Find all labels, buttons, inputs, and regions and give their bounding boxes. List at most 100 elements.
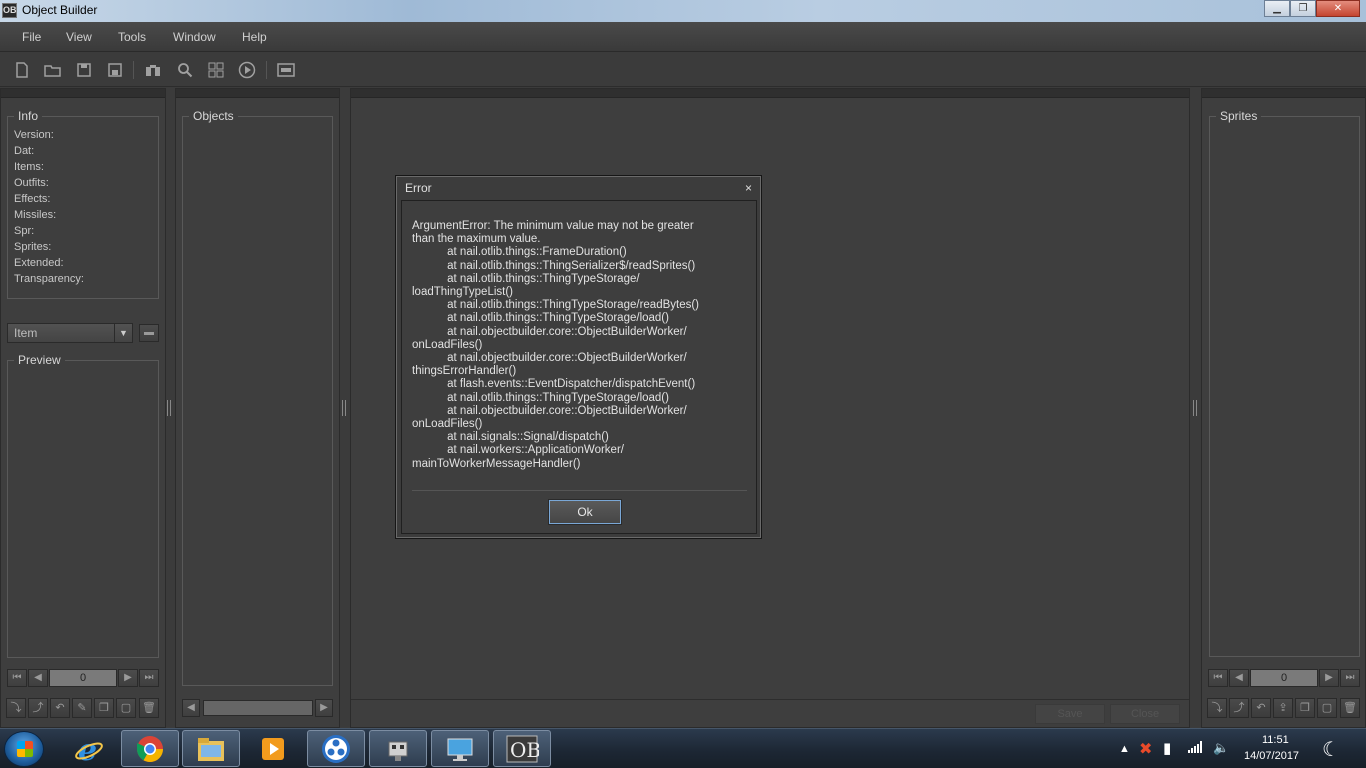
duplicate-icon[interactable]: ❐ (94, 698, 114, 718)
panel-header (176, 89, 339, 98)
horizontal-scrollbar[interactable] (203, 700, 313, 716)
window-titlebar: OB Object Builder ▁ ❐ ✕ (0, 0, 1366, 22)
search-icon[interactable] (175, 60, 195, 80)
import-icon[interactable]: ⤴ (28, 698, 48, 718)
minimize-button[interactable]: ▁ (1264, 0, 1290, 17)
first-icon[interactable]: ⏮ (1208, 669, 1228, 687)
objects-splitter[interactable] (342, 400, 346, 416)
windows-logo-icon (17, 741, 33, 757)
taskbar-internet-explorer[interactable]: e (60, 730, 118, 767)
objects-title: Objects (189, 109, 238, 123)
preview-title: Preview (14, 353, 65, 367)
previous-icon[interactable]: ◀ (28, 669, 48, 687)
taskbar-app-display[interactable] (431, 730, 489, 767)
tools-tray-icon[interactable]: ✖ (1139, 739, 1152, 759)
battery-icon[interactable]: ▮ (1163, 739, 1171, 757)
clock-time[interactable]: 11:51 (1262, 734, 1289, 746)
category-select[interactable]: Item ▼ (7, 323, 133, 343)
edit-icon[interactable]: ✎ (72, 698, 92, 718)
menu-tools[interactable]: Tools (118, 30, 146, 44)
scroll-left-icon[interactable]: ◀ (182, 699, 200, 717)
menu-bar: File View Tools Window Help (0, 22, 1366, 52)
dialog-close-icon[interactable]: × (745, 181, 752, 195)
folder-icon (198, 737, 224, 761)
close-button[interactable]: ✕ (1316, 0, 1360, 17)
volume-icon[interactable]: 🔈 (1213, 740, 1229, 756)
info-title: Info (14, 109, 43, 123)
first-icon[interactable]: ⏮ (7, 669, 27, 687)
taskbar-object-builder[interactable]: OB (493, 730, 551, 767)
undo-icon[interactable]: ↶ (50, 698, 70, 718)
last-icon[interactable]: ⏭ (1340, 669, 1360, 687)
network-signal-icon[interactable] (1188, 741, 1202, 756)
blue-circles-icon (322, 734, 350, 763)
info-group: Info Version: Dat: Items: Outfits: Effec… (7, 109, 159, 299)
open-folder-icon[interactable] (43, 60, 63, 80)
start-button[interactable] (4, 731, 44, 767)
replace-icon[interactable]: ⤵ (1207, 698, 1227, 718)
right-splitter[interactable] (1193, 400, 1197, 416)
sprites-list[interactable]: Sprites (1209, 109, 1360, 657)
info-sprites: Sprites: (14, 241, 52, 253)
undo-icon[interactable]: ↶ (1251, 698, 1271, 718)
scroll-right-icon[interactable]: ▶ (315, 699, 333, 717)
save-icon[interactable] (74, 60, 94, 80)
trash-icon[interactable]: 🗑 (139, 698, 159, 718)
app-icon: OB (2, 3, 17, 18)
internet-explorer-icon: e (75, 734, 103, 764)
trash-icon[interactable]: 🗑 (1340, 698, 1360, 718)
taskbar-file-explorer[interactable] (182, 730, 240, 767)
taskbar-chrome[interactable] (121, 730, 179, 767)
info-missiles: Missiles: (14, 209, 57, 221)
window-controls: ▁ ❐ ✕ (1264, 0, 1360, 18)
last-icon[interactable]: ⏭ (139, 669, 159, 687)
menu-file[interactable]: File (22, 30, 41, 44)
export-icon[interactable]: ▬ (139, 324, 159, 342)
menu-view[interactable]: View (66, 30, 92, 44)
save-button[interactable]: Save (1035, 704, 1105, 724)
log-window-icon[interactable] (276, 60, 296, 80)
clock-date[interactable]: 14/07/2017 (1244, 750, 1299, 762)
editor-close-button[interactable]: Close (1110, 704, 1180, 724)
moon-icon[interactable]: ☾ (1322, 737, 1340, 762)
binoculars-icon[interactable] (143, 60, 163, 80)
maximize-button[interactable]: ❐ (1290, 0, 1316, 17)
sprites-title: Sprites (1216, 109, 1262, 123)
play-icon[interactable] (237, 60, 257, 80)
new-icon[interactable]: ▢ (116, 698, 136, 718)
sprites-index-field[interactable]: 0 (1250, 669, 1318, 687)
info-extended: Extended: (14, 257, 64, 269)
new-icon[interactable]: ▢ (1317, 698, 1337, 718)
left-splitter[interactable] (167, 400, 171, 416)
previous-icon[interactable]: ◀ (1229, 669, 1249, 687)
info-version: Version: (14, 129, 54, 141)
chevron-down-icon[interactable]: ▼ (114, 324, 132, 342)
info-effects: Effects: (14, 193, 51, 205)
panel-header (1, 89, 165, 98)
import-icon[interactable]: ⤴ (1229, 698, 1249, 718)
show-hidden-icons[interactable]: ▲ (1119, 743, 1130, 755)
robot-icon (388, 741, 408, 761)
info-items: Items: (14, 161, 44, 173)
taskbar-app-robot[interactable] (369, 730, 427, 767)
toolbar-separator (133, 61, 134, 79)
next-icon[interactable]: ▶ (1319, 669, 1339, 687)
preview-index-field[interactable]: 0 (49, 669, 117, 687)
export-icon[interactable]: ⇪ (1273, 698, 1293, 718)
media-player-icon (262, 737, 284, 760)
next-icon[interactable]: ▶ (118, 669, 138, 687)
new-file-icon[interactable] (12, 60, 32, 80)
menu-help[interactable]: Help (242, 30, 267, 44)
editor-footer-divider (351, 699, 1189, 700)
panel-header (351, 89, 1189, 98)
menu-window[interactable]: Window (173, 30, 216, 44)
ok-button[interactable]: Ok (549, 500, 621, 524)
taskbar-app-circles[interactable] (307, 730, 365, 767)
duplicate-icon[interactable]: ❐ (1295, 698, 1315, 718)
grid-icon[interactable] (206, 60, 226, 80)
save-as-icon[interactable] (105, 60, 125, 80)
replace-icon[interactable]: ⤵ (6, 698, 26, 718)
toolbar (0, 53, 1366, 87)
objects-list[interactable]: Objects (182, 109, 333, 686)
taskbar-media-player[interactable] (244, 730, 302, 767)
